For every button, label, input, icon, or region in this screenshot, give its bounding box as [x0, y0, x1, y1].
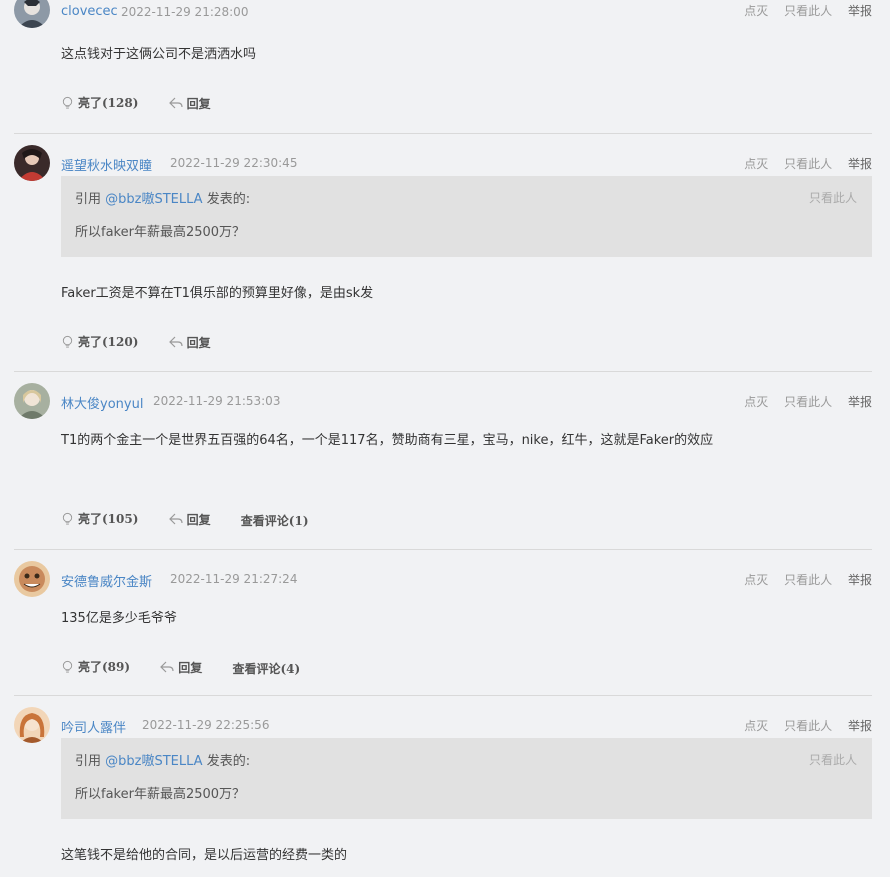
username[interactable]: 遥望秋水映双瞳: [61, 155, 152, 174]
lightbulb-icon: [62, 660, 73, 673]
reply-button[interactable]: 回复: [168, 511, 211, 528]
lightbulb-icon: [62, 96, 73, 109]
only-this-user-button[interactable]: 只看此人: [784, 157, 832, 171]
quote-header: 引用 @bbz嗷STELLA 发表的:: [75, 750, 250, 769]
username[interactable]: 吟司人露伴: [61, 717, 126, 736]
timestamp: 2022-11-29 21:28:00: [121, 5, 249, 19]
timestamp: 2022-11-29 22:30:45: [170, 156, 298, 170]
dislike-button[interactable]: 点灭: [744, 573, 768, 587]
like-count: 亮了(105): [78, 512, 139, 526]
lightbulb-icon: [62, 335, 73, 348]
view-comments-label: 查看评论(4): [232, 662, 301, 676]
quote-prefix: 引用: [75, 192, 106, 207]
view-comments-button[interactable]: 查看评论(4): [232, 660, 300, 677]
avatar[interactable]: [14, 561, 50, 597]
comment-footer: 亮了(128) 回复: [61, 94, 237, 112]
like-button[interactable]: 亮了(128): [61, 94, 138, 111]
only-this-user-button[interactable]: 只看此人: [784, 4, 832, 18]
divider: [14, 549, 872, 550]
avatar[interactable]: [14, 707, 50, 743]
reply-icon: [168, 336, 183, 348]
reply-label: 回复: [178, 660, 203, 675]
reply-label: 回复: [186, 512, 211, 527]
divider: [14, 133, 872, 134]
only-this-user-button[interactable]: 只看此人: [784, 719, 832, 733]
report-button[interactable]: 举报: [848, 395, 872, 409]
username[interactable]: clovecec: [61, 4, 118, 19]
quoted-user-link[interactable]: @bbz嗷STELLA: [105, 754, 202, 769]
quote-block: 引用 @bbz嗷STELLA 发表的: 所以faker年薪最高2500万？ 只看…: [61, 176, 872, 257]
lightbulb-icon: [62, 512, 73, 525]
like-button[interactable]: 亮了(120): [61, 333, 138, 350]
comment-footer: 亮了(89) 回复 查看评论(4): [61, 658, 326, 677]
quote-suffix: 发表的:: [202, 192, 251, 207]
comment-actions: 点灭 只看此人 举报: [732, 393, 872, 410]
comment-footer: 亮了(120) 回复: [61, 333, 237, 351]
comment-content: 135亿是多少毛爷爷: [61, 611, 177, 626]
quote-text: 所以faker年薪最高2500万？: [75, 787, 246, 802]
reply-icon: [168, 97, 183, 109]
comment-content: T1的两个金主一个是世界五百强的64名，一个是117名，赞助商有三星，宝马，ni…: [61, 433, 714, 448]
comment-actions: 点灭 只看此人 举报: [732, 2, 872, 19]
like-count: 亮了(89): [78, 660, 131, 674]
divider: [14, 371, 872, 372]
username[interactable]: 安德鲁威尔金斯: [61, 571, 152, 590]
quoted-user-link[interactable]: @bbz嗷STELLA: [105, 192, 202, 207]
dislike-button[interactable]: 点灭: [744, 157, 768, 171]
report-button[interactable]: 举报: [848, 157, 872, 171]
comment-actions: 点灭 只看此人 举报: [732, 155, 872, 172]
report-button[interactable]: 举报: [848, 719, 872, 733]
timestamp: 2022-11-29 22:25:56: [142, 718, 270, 732]
avatar[interactable]: [14, 0, 50, 28]
quote-block: 引用 @bbz嗷STELLA 发表的: 所以faker年薪最高2500万？ 只看…: [61, 738, 872, 819]
comment-content: 这点钱对于这俩公司不是洒洒水吗: [61, 47, 257, 62]
like-count: 亮了(120): [78, 335, 139, 349]
dislike-button[interactable]: 点灭: [744, 395, 768, 409]
timestamp: 2022-11-29 21:27:24: [170, 572, 298, 586]
view-comments-label: 查看评论(1): [240, 514, 309, 528]
timestamp: 2022-11-29 21:53:03: [153, 394, 281, 408]
quote-only-this-user-button[interactable]: 只看此人: [809, 751, 857, 768]
quote-suffix: 发表的:: [202, 754, 251, 769]
only-this-user-button[interactable]: 只看此人: [784, 573, 832, 587]
comment-actions: 点灭 只看此人 举报: [732, 571, 872, 588]
reply-label: 回复: [186, 335, 211, 350]
like-button[interactable]: 亮了(89): [61, 658, 130, 675]
comment-content: Faker工资是不算在T1俱乐部的预算里好像，是由sk发: [61, 286, 374, 301]
quote-prefix: 引用: [75, 754, 106, 769]
report-button[interactable]: 举报: [848, 4, 872, 18]
comment-actions: 点灭 只看此人 举报: [732, 717, 872, 734]
divider: [14, 695, 872, 696]
report-button[interactable]: 举报: [848, 573, 872, 587]
like-button[interactable]: 亮了(105): [61, 510, 138, 527]
comment-footer: 亮了(105) 回复 查看评论(1): [61, 510, 335, 529]
reply-button[interactable]: 回复: [168, 334, 211, 351]
reply-button[interactable]: 回复: [168, 95, 211, 112]
reply-icon: [160, 661, 174, 673]
quote-text: 所以faker年薪最高2500万？: [75, 225, 246, 240]
view-comments-button[interactable]: 查看评论(1): [241, 512, 309, 529]
dislike-button[interactable]: 点灭: [744, 719, 768, 733]
dislike-button[interactable]: 点灭: [744, 4, 768, 18]
comment-content: 这笔钱不是给他的合同，是以后运营的经费一类的: [61, 848, 348, 863]
username[interactable]: 林大俊yonyul: [61, 393, 143, 412]
quote-only-this-user-button[interactable]: 只看此人: [809, 189, 857, 206]
reply-label: 回复: [186, 96, 211, 111]
reply-icon: [168, 513, 183, 525]
reply-button[interactable]: 回复: [160, 659, 202, 676]
only-this-user-button[interactable]: 只看此人: [784, 395, 832, 409]
avatar[interactable]: [14, 145, 50, 181]
like-count: 亮了(128): [78, 96, 139, 110]
avatar[interactable]: [14, 383, 50, 419]
quote-header: 引用 @bbz嗷STELLA 发表的:: [75, 188, 250, 207]
